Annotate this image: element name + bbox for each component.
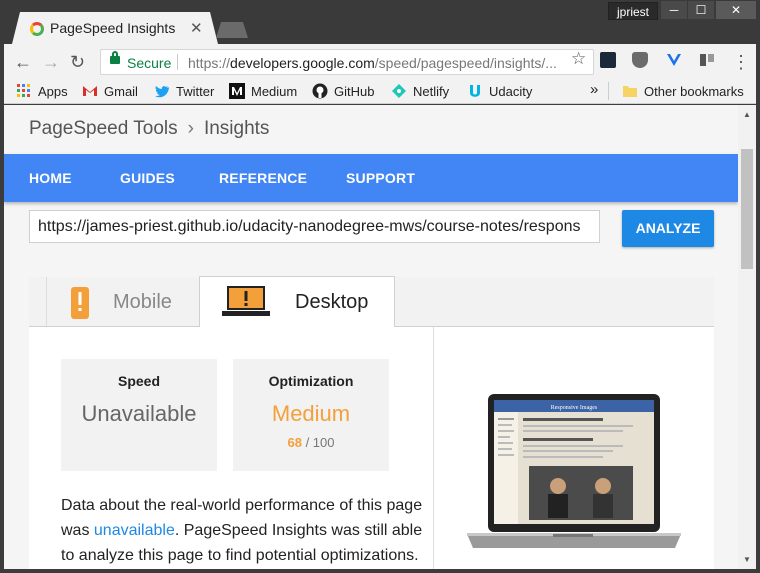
speed-card-title: Speed bbox=[117, 373, 160, 389]
nav-guides[interactable]: GUIDES bbox=[120, 170, 175, 186]
tab-close-icon[interactable]: ✕ bbox=[190, 19, 203, 37]
desktop-preview-image: Responsive Images bbox=[467, 394, 681, 548]
scroll-up-arrow-icon[interactable]: ▲ bbox=[743, 110, 751, 119]
window-extension-icon[interactable] bbox=[699, 52, 715, 68]
new-tab-button[interactable] bbox=[216, 22, 248, 38]
tab-mobile[interactable]: Mobile bbox=[46, 277, 199, 326]
bookmark-label: GitHub bbox=[334, 83, 375, 99]
vue-devtools-icon[interactable] bbox=[666, 52, 682, 68]
profile-user-badge[interactable]: jpriest bbox=[608, 2, 658, 20]
optimization-card-title: Optimization bbox=[268, 373, 354, 389]
optimization-score-value: 68 bbox=[287, 435, 302, 450]
optimization-score-separator: / bbox=[301, 435, 313, 450]
breadcrumb-parent[interactable]: PageSpeed Tools bbox=[29, 118, 178, 139]
bookmark-label: Gmail bbox=[104, 83, 138, 99]
udacity-extension-icon[interactable] bbox=[600, 52, 616, 68]
address-separator bbox=[177, 54, 178, 70]
tab-desktop[interactable]: Desktop bbox=[199, 276, 395, 327]
site-navbar: HOME GUIDES REFERENCE SUPPORT bbox=[4, 154, 738, 202]
speed-card: Speed Unavailable bbox=[61, 359, 217, 471]
folder-icon bbox=[623, 86, 637, 97]
url-host: developers.google.com bbox=[230, 55, 375, 71]
bookmark-label: Udacity bbox=[489, 83, 533, 99]
bookmark-netlify[interactable]: Netlify bbox=[391, 83, 449, 99]
bookmark-label: Medium bbox=[251, 83, 298, 99]
bookmark-udacity[interactable]: Udacity bbox=[467, 83, 532, 99]
results-paragraph: Data about the real-world performance of… bbox=[61, 493, 431, 568]
ublock-shield-icon[interactable] bbox=[632, 52, 648, 68]
nav-home[interactable]: HOME bbox=[29, 170, 72, 186]
bookmark-label: Twitter bbox=[176, 83, 215, 99]
close-window-button[interactable]: ✕ bbox=[716, 1, 756, 19]
breadcrumb-chevron-icon: › bbox=[187, 118, 194, 139]
analyze-button[interactable]: ANALYZE bbox=[622, 210, 714, 247]
analyze-url-input[interactable]: https://james-priest.github.io/udacity-n… bbox=[29, 210, 600, 243]
device-tabs: Mobile Desktop bbox=[29, 276, 714, 327]
bookmark-medium[interactable]: Medium bbox=[229, 83, 297, 99]
desktop-laptop-icon bbox=[222, 286, 270, 316]
speed-card-value: Unavailable bbox=[81, 401, 197, 426]
tab-title: PageSpeed Insights bbox=[50, 20, 176, 36]
forward-button[interactable]: → bbox=[42, 52, 60, 73]
udacity-icon bbox=[470, 85, 480, 97]
url-path: /speed/pagespeed/insights/... bbox=[374, 55, 557, 71]
optimization-card-value: Medium bbox=[271, 401, 351, 426]
breadcrumb: PageSpeed Tools › Insights bbox=[29, 118, 269, 140]
bookmark-gmail[interactable]: Gmail bbox=[82, 83, 138, 99]
tab-mobile-label: Mobile bbox=[113, 291, 172, 313]
url-scheme: https:// bbox=[188, 55, 231, 71]
bookmarks-overflow-button[interactable]: » bbox=[590, 81, 598, 98]
bookmark-apps[interactable]: Apps bbox=[16, 83, 68, 99]
bookmarks-bar: Apps Gmail Twitter Medium GitHub Netlify… bbox=[4, 78, 756, 104]
bookmarks-divider bbox=[608, 82, 609, 100]
optimization-card: Optimization Medium 68 / 100 bbox=[233, 359, 389, 471]
bookmark-twitter[interactable]: Twitter bbox=[154, 83, 214, 99]
optimization-score: 68 / 100 bbox=[233, 435, 389, 450]
bookmark-label: Other bookmarks bbox=[644, 83, 744, 99]
other-bookmarks[interactable]: Other bookmarks bbox=[622, 83, 744, 99]
breadcrumb-current[interactable]: Insights bbox=[204, 118, 269, 139]
gmail-icon bbox=[83, 86, 97, 96]
bookmark-label: Netlify bbox=[413, 83, 450, 99]
unavailable-link[interactable]: unavailable bbox=[94, 522, 175, 539]
chrome-menu-icon[interactable]: ⋮ bbox=[732, 52, 750, 73]
netlify-icon bbox=[392, 84, 406, 98]
bookmark-github[interactable]: GitHub bbox=[312, 83, 374, 99]
github-icon bbox=[312, 83, 328, 99]
preview-heading: Responsive Images bbox=[551, 405, 598, 411]
column-divider bbox=[433, 327, 434, 569]
tab-desktop-label: Desktop bbox=[295, 291, 369, 313]
secure-label: Secure bbox=[127, 55, 172, 71]
reload-button[interactable]: ↻ bbox=[70, 52, 85, 73]
back-button[interactable]: ← bbox=[14, 52, 32, 73]
nav-support[interactable]: SUPPORT bbox=[346, 170, 415, 186]
scroll-thumb[interactable] bbox=[741, 149, 753, 269]
medium-icon bbox=[229, 83, 245, 99]
page-viewport: PageSpeed Tools › Insights HOME GUIDES REF… bbox=[4, 105, 738, 569]
page-scrollbar[interactable]: ▲ ▼ bbox=[738, 105, 756, 569]
results-panel: Speed Unavailable Optimization Medium 68… bbox=[29, 327, 714, 569]
chrome-favicon-icon bbox=[30, 22, 44, 36]
nav-reference[interactable]: REFERENCE bbox=[219, 170, 307, 186]
optimization-score-max: 100 bbox=[312, 435, 335, 450]
scroll-down-arrow-icon[interactable]: ▼ bbox=[743, 555, 751, 564]
lock-icon bbox=[110, 51, 120, 64]
minimize-button[interactable]: ─ bbox=[661, 1, 687, 19]
apps-grid-icon bbox=[17, 84, 30, 97]
mobile-phone-icon bbox=[71, 287, 89, 319]
twitter-icon bbox=[155, 86, 169, 98]
bookmark-star-icon[interactable]: ☆ bbox=[571, 49, 586, 69]
bookmark-label: Apps bbox=[38, 83, 68, 99]
maximize-button[interactable]: ☐ bbox=[688, 1, 714, 19]
url-text: https://developers.google.com/speed/page… bbox=[188, 55, 557, 71]
address-bar[interactable]: Secure https://developers.google.com/spe… bbox=[100, 49, 594, 75]
